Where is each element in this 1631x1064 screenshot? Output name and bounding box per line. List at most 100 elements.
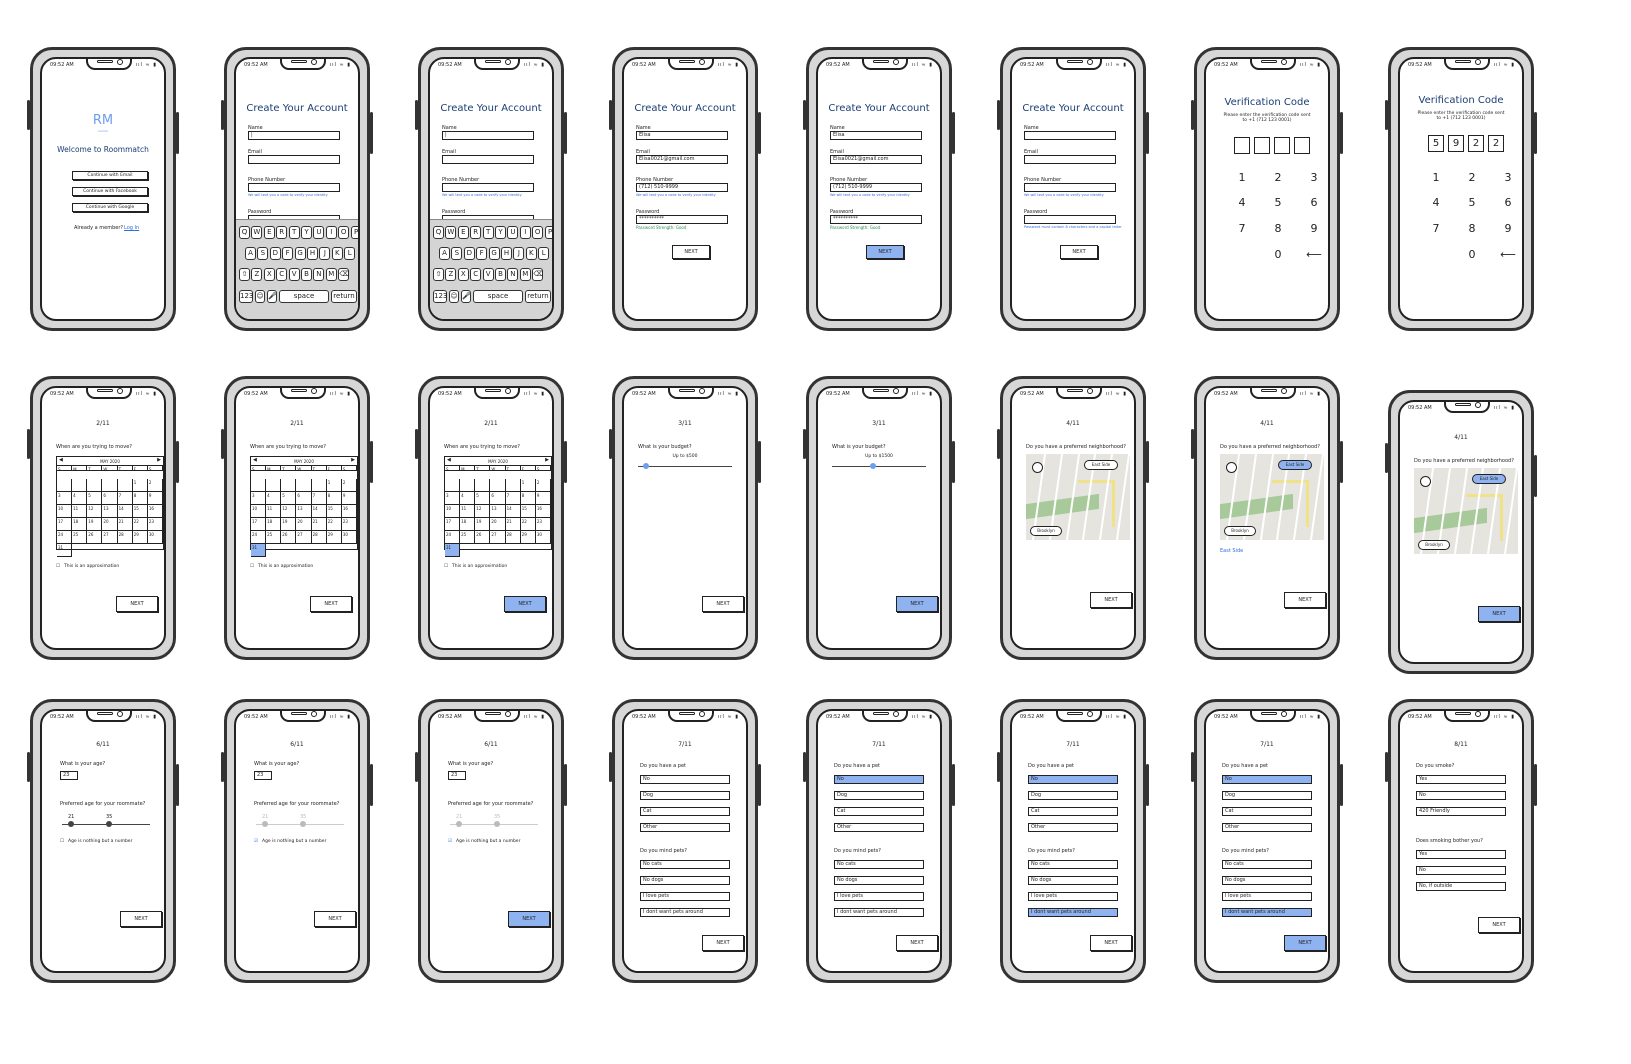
calendar-day[interactable]: 17 [251,518,267,531]
name-field[interactable]: Elisa [636,131,728,140]
age-range-slider[interactable] [450,821,538,827]
key[interactable]: F [282,247,294,260]
key[interactable]: F [476,247,488,260]
key[interactable]: S [451,247,463,260]
code-box[interactable]: 2 [1468,135,1484,152]
key[interactable]: A [245,247,256,260]
age-stepper[interactable]: 23 [448,771,466,780]
calendar-day[interactable]: 14 [117,505,133,518]
pet-option[interactable]: Dog [640,791,730,800]
key[interactable]: O [338,226,350,239]
age-checkbox[interactable]: ☐ [60,839,64,844]
phone-field[interactable] [1024,183,1116,192]
calendar-day[interactable]: 25 [460,531,476,544]
next-button[interactable]: NEXT [1284,935,1326,951]
east-side-pill[interactable]: East Side [1084,460,1118,470]
keypad-10[interactable]: ⟵ [1498,248,1518,261]
keypad-4[interactable]: 5 [1268,196,1288,209]
calendar-day[interactable]: 31 [57,544,73,557]
mind-option[interactable]: I love pets [640,892,730,901]
calendar-day[interactable]: 16 [147,505,163,518]
key[interactable]: 🎤 [461,290,471,303]
pet-option[interactable]: Cat [1222,807,1312,816]
calendar-day[interactable]: 13 [296,505,312,518]
key[interactable]: V [482,268,494,281]
key[interactable]: C [276,268,288,281]
keypad-7[interactable]: 8 [1462,222,1482,235]
pet-option[interactable]: No [834,775,924,784]
key[interactable]: T [482,226,494,239]
key[interactable]: B [495,268,506,281]
code-box[interactable] [1234,137,1250,154]
range-thumb-max[interactable] [494,821,500,827]
key[interactable]: J [513,247,525,260]
login-link[interactable]: Log In [124,225,139,231]
calendar-day[interactable]: 7 [117,492,133,505]
key[interactable]: W [445,226,457,239]
mind-option[interactable]: No dogs [1222,876,1312,885]
calendar-day[interactable]: 11 [266,505,282,518]
mind-option[interactable]: No cats [834,860,924,869]
key[interactable]: A [439,247,450,260]
range-thumb-max[interactable] [300,821,306,827]
calendar-day[interactable]: 16 [535,505,551,518]
slider-thumb[interactable] [642,463,649,469]
next-button[interactable]: NEXT [702,596,744,612]
pet-option[interactable]: Dog [1028,791,1118,800]
calendar-day[interactable]: 30 [341,531,357,544]
brooklyn-pill[interactable]: Brooklyn [1224,526,1256,536]
email-field[interactable] [248,155,340,164]
calendar-day[interactable]: 9 [341,492,357,505]
key[interactable]: return [525,290,551,303]
calendar-day[interactable]: 26 [281,531,297,544]
calendar-day[interactable]: 6 [490,492,506,505]
pet-option[interactable]: Dog [1222,791,1312,800]
next-month-icon[interactable]: ▶ [351,457,355,463]
key[interactable]: J [319,247,331,260]
keypad-2[interactable]: 3 [1498,171,1518,184]
key[interactable]: K [525,247,537,260]
calendar-day[interactable] [445,479,461,492]
calendar-day[interactable]: 21 [505,518,521,531]
next-month-icon[interactable]: ▶ [545,457,549,463]
smoke-option[interactable]: No [1416,791,1506,800]
calendar-day[interactable]: 3 [57,492,73,505]
key[interactable]: D [463,247,475,260]
next-button[interactable]: NEXT [896,935,938,951]
keypad-6[interactable]: 7 [1232,222,1252,235]
calendar-day[interactable]: 6 [102,492,118,505]
calendar-day[interactable] [57,479,73,492]
keypad-3[interactable]: 4 [1232,196,1252,209]
pet-option[interactable]: Cat [834,807,924,816]
calendar-day[interactable]: 27 [490,531,506,544]
keypad-1[interactable]: 2 [1268,171,1288,184]
next-button[interactable]: NEXT [310,596,352,612]
east-side-pill[interactable]: East Side [1278,460,1312,470]
code-box[interactable] [1254,137,1270,154]
calendar-day[interactable]: 1 [326,479,342,492]
mind-option[interactable]: I dont want pets around [1222,908,1312,917]
pet-option[interactable]: Other [834,823,924,832]
calendar[interactable]: MAY 2020 ◀ ▶ S M T W T F S 1 2 3 4 5 6 7 8 9 10 11 12 13 14 15 16… [56,456,164,557]
calendar-day[interactable]: 29 [132,531,148,544]
keypad-8[interactable]: 9 [1304,222,1324,235]
keypad-8[interactable]: 9 [1498,222,1518,235]
key[interactable]: ⇧ [239,268,250,281]
key[interactable]: 123 [239,290,253,303]
age-stepper[interactable]: 23 [254,771,272,780]
mind-option[interactable]: No dogs [640,876,730,885]
smoke-bother-option[interactable]: No, if outside [1416,882,1506,891]
calendar-day[interactable]: 22 [520,518,536,531]
calendar-day[interactable]: 21 [117,518,133,531]
key[interactable]: Z [445,268,457,281]
key[interactable]: N [507,268,519,281]
mind-option[interactable]: No cats [1222,860,1312,869]
key[interactable]: Y [301,226,312,239]
calendar-day[interactable] [490,479,506,492]
mind-option[interactable]: No cats [1028,860,1118,869]
calendar-day[interactable]: 4 [72,492,88,505]
calendar-day[interactable]: 13 [490,505,506,518]
calendar-day[interactable]: 25 [72,531,88,544]
key[interactable]: L [344,247,356,260]
age-checkbox[interactable]: ☑ [448,839,452,844]
